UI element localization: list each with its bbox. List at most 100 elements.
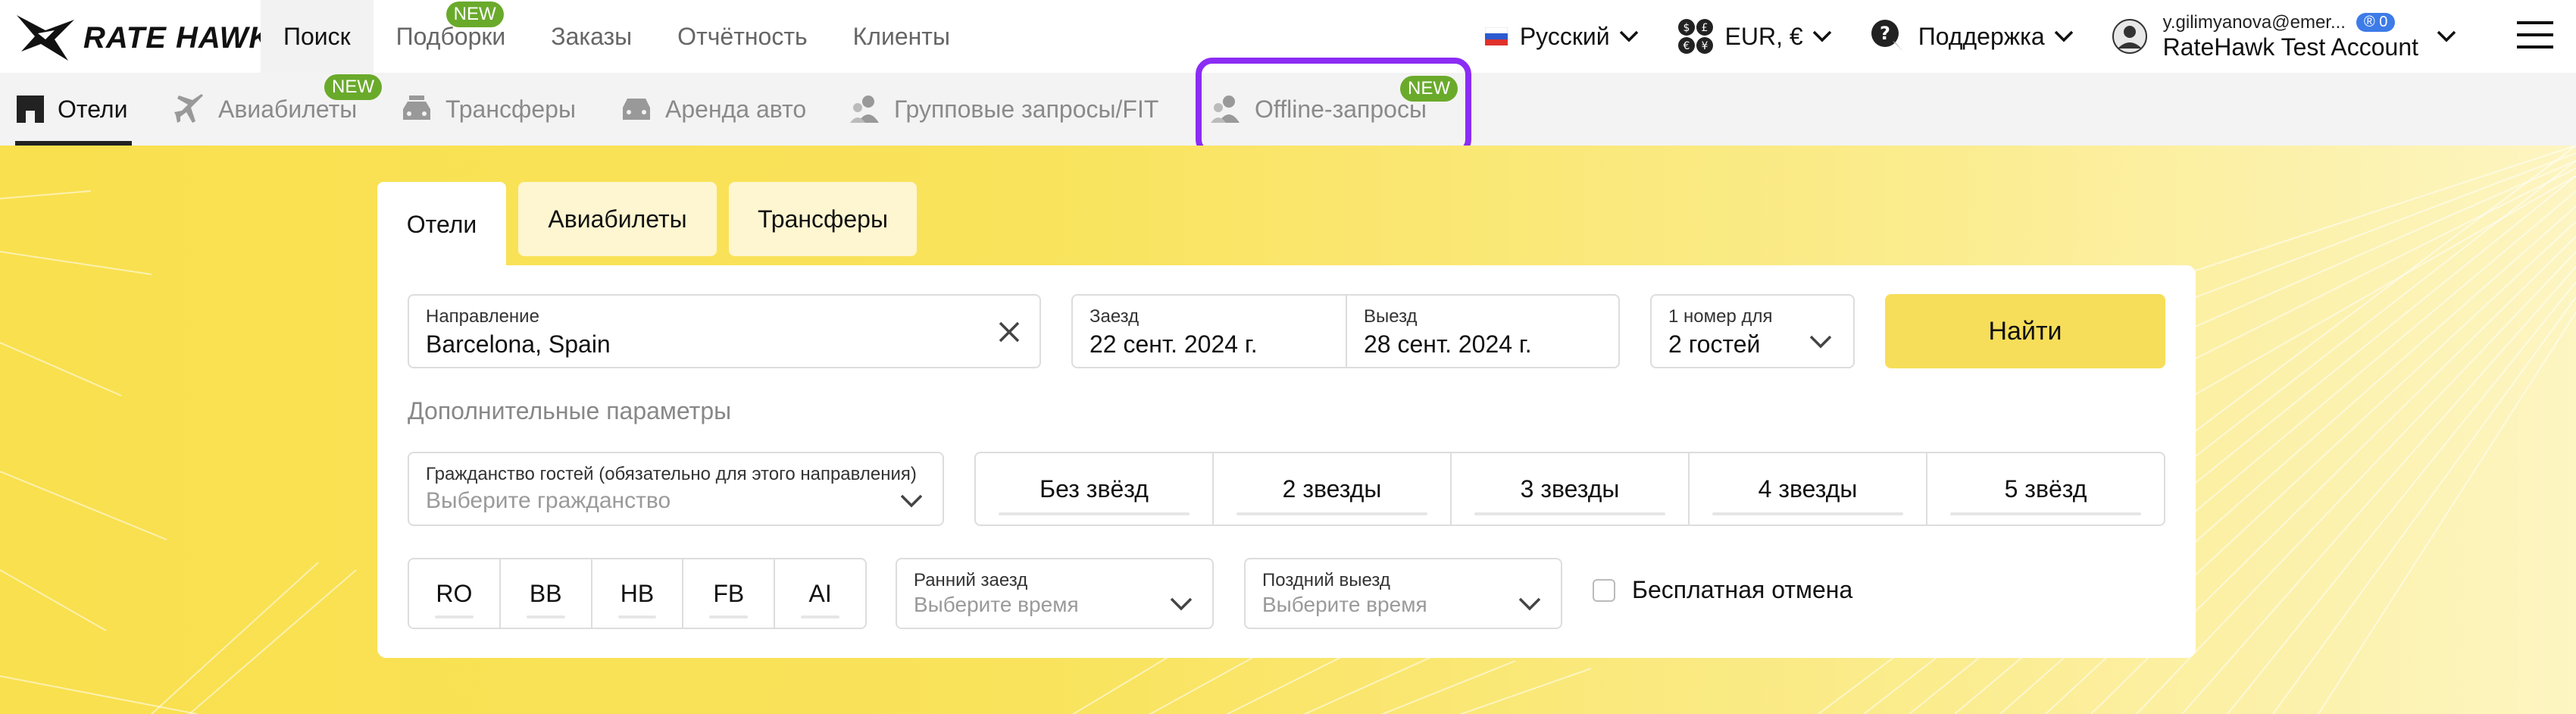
tab-hotels[interactable]: Отели: [377, 182, 506, 267]
nav-orders-label: Заказы: [551, 22, 633, 50]
tab-flights-label: Авиабилеты: [548, 205, 687, 233]
subnav-hotels-label: Отели: [58, 95, 128, 123]
hamburger-menu-icon[interactable]: [2517, 20, 2553, 54]
ratehawk-logo[interactable]: RATE HAWK: [15, 8, 271, 68]
svg-text:$: $: [1683, 22, 1690, 34]
chevron-down-icon: [1812, 30, 1831, 42]
subnav-flights[interactable]: Авиабилеты NEW: [173, 73, 382, 146]
support-menu[interactable]: ? Поддержка: [1870, 18, 2074, 55]
transfer-car-icon: [403, 96, 430, 120]
account-menu[interactable]: y.gilimyanova@emer... ® 0 RateHawk Test …: [2112, 12, 2456, 61]
free-cancellation-option[interactable]: Бесплатная отмена: [1593, 576, 1852, 604]
meal-type-filter: RO BB HB FB AI: [408, 558, 867, 629]
account-points-badge: ® 0: [2356, 13, 2396, 32]
citizenship-placeholder: Выберите гражданство: [426, 488, 671, 513]
russia-flag-icon: [1484, 27, 1508, 45]
star-option-label: 3 звезды: [1520, 474, 1620, 503]
subnav-group-requests[interactable]: Групповые запросы/FIT: [849, 73, 1158, 146]
points-icon: ®: [2363, 14, 2375, 30]
checkin-value: 22 сент. 2024 г.: [1089, 330, 1258, 358]
nav-collections[interactable]: Подборки NEW: [374, 0, 529, 73]
meal-option-label: FB: [713, 579, 745, 607]
meal-option-label: AI: [808, 579, 832, 607]
star-option-2[interactable]: 2 звезды: [1214, 453, 1452, 525]
destination-field[interactable]: Направление Barcelona, Spain: [408, 294, 1041, 368]
main-nav: Поиск Подборки NEW Заказы Отчётность Кли…: [261, 0, 973, 73]
nav-clients[interactable]: Клиенты: [830, 0, 973, 73]
meal-option-bb[interactable]: BB: [501, 559, 592, 628]
star-option-label: Без звёзд: [1039, 474, 1149, 503]
logo-text: RATE HAWK: [83, 20, 272, 55]
late-checkout-select[interactable]: Поздний выезд Выберите время: [1244, 558, 1562, 629]
subnav-car-rental[interactable]: Аренда авто: [620, 73, 806, 146]
svg-text:¥: ¥: [1701, 40, 1708, 52]
chevron-down-icon: [1170, 597, 1193, 611]
early-checkin-select[interactable]: Ранний заезд Выберите время: [896, 558, 1214, 629]
nav-search-label: Поиск: [283, 22, 351, 50]
tab-hotels-label: Отели: [406, 210, 477, 238]
checkout-field[interactable]: Выезд 28 сент. 2024 г.: [1347, 296, 1620, 367]
subnav-hotels[interactable]: Отели: [15, 73, 133, 146]
checkin-label: Заезд: [1089, 306, 1140, 327]
support-question-icon: ?: [1871, 20, 1903, 52]
star-rating-filter: Без звёзд 2 звезды 3 звезды 4 звезды 5 з…: [974, 452, 2165, 526]
chevron-down-icon: [2437, 30, 2456, 42]
svg-text:£: £: [1701, 22, 1708, 34]
meal-option-fb[interactable]: FB: [683, 559, 776, 628]
airplane-icon: [174, 94, 203, 123]
destination-value: Barcelona, Spain: [426, 330, 611, 358]
meal-option-hb[interactable]: HB: [592, 559, 684, 628]
guests-field[interactable]: 1 номер для 2 гостей: [1650, 294, 1855, 368]
star-option-label: 2 звезды: [1282, 474, 1382, 503]
support-label: Поддержка: [1918, 22, 2045, 50]
meal-option-label: RO: [436, 579, 473, 607]
checkout-value: 28 сент. 2024 г.: [1364, 330, 1532, 358]
nav-orders[interactable]: Заказы: [528, 0, 655, 73]
currency-coins-icon: $ £ € ¥: [1677, 19, 1713, 54]
early-checkin-label: Ранний заезд: [914, 570, 1028, 590]
star-option-4[interactable]: 4 звезды: [1690, 453, 1927, 525]
tab-transfers[interactable]: Трансферы: [729, 182, 917, 256]
hawk-logo-icon: [17, 15, 74, 61]
nav-reports[interactable]: Отчётность: [655, 0, 830, 73]
currency-selector[interactable]: $ £ € ¥ EUR, €: [1677, 17, 1832, 55]
star-option-none[interactable]: Без звёзд: [976, 453, 1214, 525]
subnav-transfers-label: Трансферы: [445, 95, 576, 123]
citizenship-label: Гражданство гостей (обязательно для этог…: [426, 464, 917, 484]
offline-requests-highlight: [1196, 58, 1471, 156]
nav-reports-label: Отчётность: [677, 22, 808, 50]
destination-label: Направление: [426, 306, 539, 327]
tab-flights[interactable]: Авиабилеты: [518, 182, 717, 256]
find-button-label: Найти: [1988, 316, 2062, 346]
star-option-5[interactable]: 5 звёзд: [1927, 453, 2164, 525]
meal-option-label: HB: [620, 579, 655, 607]
star-option-label: 4 звезды: [1758, 474, 1858, 503]
free-cancellation-label: Бесплатная отмена: [1632, 576, 1853, 603]
chevron-down-icon: [900, 494, 923, 508]
late-checkout-label: Поздний выезд: [1262, 570, 1390, 590]
late-checkout-placeholder: Выберите время: [1262, 593, 1427, 616]
svg-text:?: ?: [1880, 23, 1890, 44]
early-checkin-placeholder: Выберите время: [914, 593, 1079, 616]
star-option-label: 5 звёзд: [2004, 474, 2087, 503]
new-badge: NEW: [445, 2, 504, 27]
meal-option-ai[interactable]: AI: [775, 559, 865, 628]
citizenship-select[interactable]: Гражданство гостей (обязательно для этог…: [408, 452, 944, 526]
tab-transfers-label: Трансферы: [758, 205, 888, 233]
subnav-transfers[interactable]: Трансферы: [400, 73, 576, 146]
language-label: Русский: [1519, 22, 1610, 50]
language-selector[interactable]: Русский: [1484, 22, 1639, 51]
free-cancellation-checkbox[interactable]: [1593, 578, 1615, 602]
user-avatar-icon: [2112, 19, 2147, 54]
nav-clients-label: Клиенты: [852, 22, 950, 50]
account-email-row: y.gilimyanova@emer... ® 0: [2163, 12, 2418, 33]
account-text: y.gilimyanova@emer... ® 0 RateHawk Test …: [2163, 12, 2418, 61]
guests-label: 1 номер для: [1668, 306, 1773, 327]
checkin-field[interactable]: Заезд 22 сент. 2024 г.: [1073, 296, 1347, 367]
star-option-3[interactable]: 3 звезды: [1452, 453, 1690, 525]
find-button[interactable]: Найти: [1885, 294, 2165, 368]
svg-text:€: €: [1683, 40, 1690, 52]
nav-search[interactable]: Поиск: [261, 0, 374, 73]
meal-option-ro[interactable]: RO: [409, 559, 501, 628]
clear-x-icon[interactable]: [997, 320, 1021, 344]
